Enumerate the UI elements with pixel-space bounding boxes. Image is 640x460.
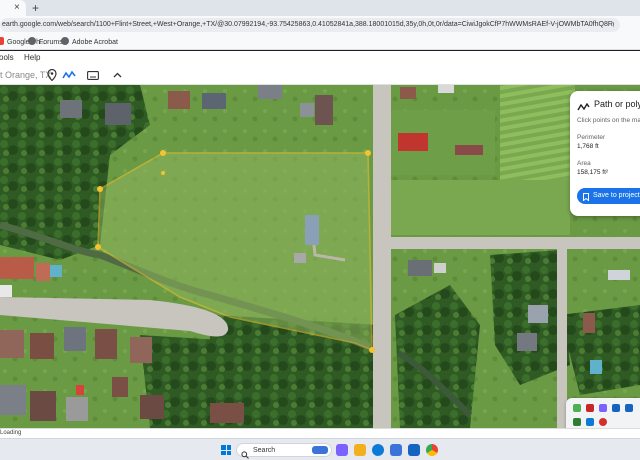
taskbar-search[interactable]: Search [236,443,332,460]
bookmark-adobe-acrobat[interactable]: Adobe Acrobat [61,37,118,48]
file-explorer-icon[interactable] [354,444,366,456]
stop-icon[interactable] [599,418,607,426]
url-field[interactable]: earth.google.com/web/search/1100+Flint+S… [0,18,620,32]
outlook-icon[interactable] [612,404,620,412]
bookmark-forums[interactable]: Forums [28,37,63,48]
perimeter-value: 1,768 ft [577,143,599,150]
word-icon[interactable] [625,404,633,412]
panel-hint: Click points on the map [577,117,640,124]
new-tab-icon[interactable]: + [32,1,39,15]
status-text: Loading [0,430,22,436]
area-value: 158,175 ft² [577,169,609,176]
google-photos-icon [0,37,4,45]
vertex-handle[interactable] [95,244,101,250]
save-button-label: Save to project [593,192,640,199]
measure-panel: Path or polygon Click points on the map … [570,91,640,216]
copilot-icon[interactable] [336,444,348,456]
map-mini-controls [566,398,640,432]
path-measure-icon[interactable] [62,68,76,82]
path-polygon-icon [577,99,590,117]
excel-icon[interactable] [573,418,581,426]
earth-menu-bar: ools Help [0,51,640,65]
search-input[interactable]: t Orange, TX [0,69,51,81]
address-bar: earth.google.com/web/search/1100+Flint+S… [0,16,640,34]
globe-icon [61,37,69,45]
menu-tools[interactable]: ools [0,53,14,63]
vertex-handle[interactable] [97,186,103,192]
browser-tab[interactable]: × [0,0,26,16]
save-to-project-button[interactable]: Save to project [577,188,640,204]
url-text: earth.google.com/web/search/1100+Flint+S… [2,21,614,28]
location-pin-icon[interactable] [45,68,59,82]
bookmarks-bar: Google Ph... Forums Adobe Acrobat [0,34,640,50]
search-icon [241,446,249,460]
earth-toolbar: t Orange, TX [0,65,640,85]
windows-taskbar: Search [0,438,640,460]
satellite-map[interactable] [0,85,640,428]
globe-icon [28,37,36,45]
area-label: Area [577,160,591,167]
close-tab-icon[interactable]: × [14,2,20,14]
edge-icon[interactable] [372,444,384,456]
status-bar: Loading [0,428,640,438]
search-highlight-icon [312,446,328,454]
browser-tab-strip: × + [0,0,640,16]
bookmark-label: Forums [39,39,63,46]
edge-icon[interactable] [586,418,594,426]
midpoint-handle[interactable] [161,171,165,175]
keyboard-icon[interactable] [86,68,100,82]
bookmark-label: Adobe Acrobat [72,39,118,46]
screen: × + earth.google.com/web/search/1100+Fli… [0,0,640,460]
vertex-handle[interactable] [160,150,166,156]
teams-icon[interactable] [599,404,607,412]
taskbar-search-label: Search [253,447,276,454]
windows-start-icon[interactable] [221,445,231,455]
marker-icon[interactable] [586,404,594,412]
collapse-chevron-icon[interactable] [110,68,124,82]
polygon-handles [95,150,375,353]
perimeter-label: Perimeter [577,134,606,141]
store-icon[interactable] [390,444,402,456]
menu-help[interactable]: Help [24,53,40,63]
chrome-icon[interactable] [426,444,438,456]
layer-icon[interactable] [573,404,581,412]
panel-title: Path or polygon [594,99,640,109]
bookmark-icon [583,192,589,208]
vertex-handle[interactable] [365,150,371,156]
outlook-icon[interactable] [408,444,420,456]
vertex-handle[interactable] [369,347,375,353]
